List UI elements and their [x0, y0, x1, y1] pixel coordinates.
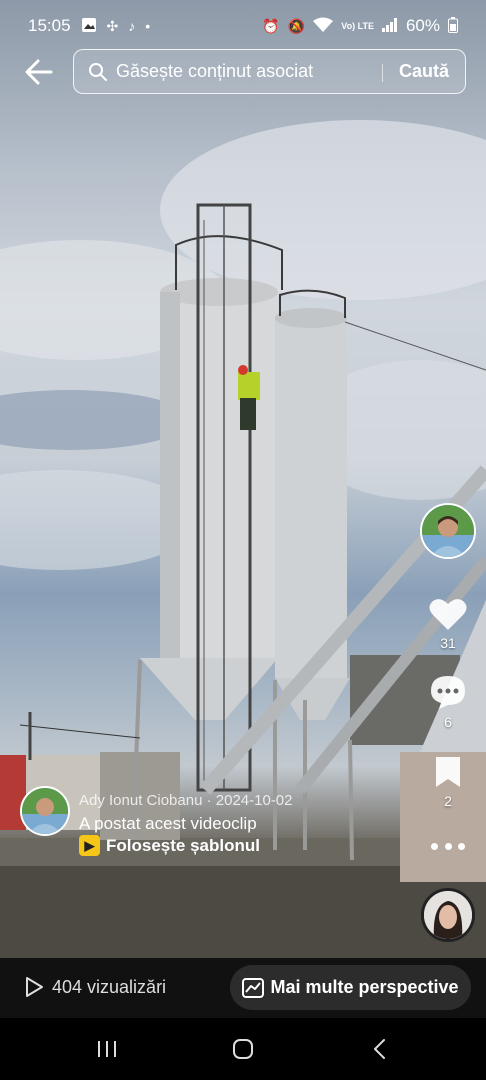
system-nav-bar [0, 1018, 486, 1080]
recent-apps-icon [98, 1041, 116, 1057]
save-count: 2 [444, 793, 452, 809]
alarm-icon: ⏰ [262, 18, 280, 34]
bookmark-icon [436, 757, 460, 787]
post-date: 2024-10-02 [215, 792, 293, 809]
bottom-bar: 404 vizualizări Mai multe perspective [0, 958, 486, 1018]
chart-icon [242, 977, 265, 998]
lte-label: Vo) LTE [341, 20, 374, 31]
author-avatar[interactable] [20, 786, 70, 836]
notification-dot-icon: • [145, 18, 151, 34]
status-bar: 15:05 ✣ ♪ • ⏰ 🔕 Vo) LTE 60% [0, 0, 486, 52]
search-button[interactable]: Caută [399, 61, 449, 82]
insights-button[interactable]: Mai multe perspective [230, 965, 471, 1010]
creator-avatar[interactable] [420, 503, 476, 559]
home-button[interactable] [228, 1036, 258, 1062]
more-icon[interactable] [431, 836, 465, 856]
like-button[interactable]: 31 [420, 597, 476, 651]
nav-back-icon [374, 1039, 385, 1059]
tiktok-icon: ♪ [128, 18, 136, 34]
post-caption: A postat acest videoclip [79, 814, 257, 833]
author-separator: · [206, 792, 212, 809]
insights-label: Mai multe perspective [270, 977, 459, 997]
comment-count: 6 [444, 714, 452, 730]
recent-apps-button[interactable] [92, 1036, 122, 1062]
heart-icon [429, 599, 467, 630]
search-icon [89, 62, 107, 81]
battery-icon [448, 17, 458, 35]
comment-icon [431, 676, 465, 709]
author-line: Ady Ionut Ciobanu · 2024-10-02 [79, 792, 293, 809]
search-placeholder: Găsește conținut asociat [116, 61, 314, 81]
play-icon [26, 977, 43, 997]
sound-disc[interactable] [421, 888, 475, 942]
template-label: Folosește șablonul [106, 835, 260, 855]
like-count: 31 [440, 635, 456, 651]
battery-percent: 60% [405, 16, 440, 35]
mute-icon: 🔕 [287, 18, 306, 34]
back-arrow-icon [25, 59, 53, 85]
back-button[interactable] [22, 56, 56, 88]
sound-avatar [424, 891, 472, 939]
gallery-icon [81, 17, 97, 35]
save-button[interactable]: 2 [420, 755, 476, 809]
template-icon: ▶ [79, 835, 100, 856]
status-time: 15:05 [28, 16, 71, 35]
views-count: 404 vizualizări [52, 976, 167, 997]
nav-back-button[interactable] [364, 1036, 394, 1062]
author-name[interactable]: Ady Ionut Ciobanu [79, 792, 202, 809]
signal-icon [381, 18, 398, 34]
dots-app-icon: ✣ [106, 18, 119, 34]
wifi-icon [313, 17, 334, 35]
home-icon [233, 1039, 253, 1059]
views-info: 404 vizualizări [24, 976, 166, 998]
search-divider [382, 64, 383, 82]
comment-button[interactable]: 6 [420, 674, 476, 730]
search-input[interactable]: Găsește conținut asociat Caută [73, 49, 466, 94]
use-template-button[interactable]: ▶ Folosește șablonul [79, 835, 260, 856]
